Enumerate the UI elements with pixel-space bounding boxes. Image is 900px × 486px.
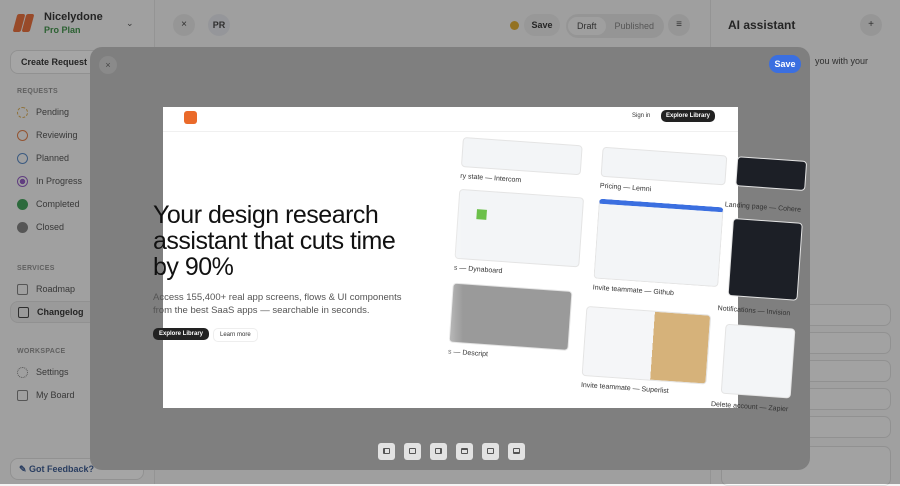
close-modal-button[interactable]: × <box>99 56 117 74</box>
explore-library-button: Explore Library <box>153 328 210 340</box>
image-preview-modal: × Save ry state — Intercom Pricing — Lem… <box>90 47 810 470</box>
caption: ry state — Intercom <box>460 172 522 185</box>
sign-in-link: Sign in <box>630 113 653 119</box>
alignment-toolbar <box>378 443 525 460</box>
site-logo-icon <box>184 111 197 124</box>
learn-more-button: Learn more <box>213 328 258 342</box>
align-center-vertical-icon[interactable] <box>482 443 499 460</box>
align-center-horizontal-icon[interactable] <box>404 443 421 460</box>
caption: Pricing — Lemni <box>599 182 652 194</box>
align-right-icon[interactable] <box>430 443 447 460</box>
caption: Invite teammate — Superlist <box>580 381 669 395</box>
hero-subtitle: Access 155,400+ real app screens, flows … <box>153 292 402 316</box>
explore-library-nav: Explore Library <box>661 110 716 122</box>
hero-headline: Your design research assistant that cuts… <box>153 201 396 281</box>
screenshot-collage: ry state — Intercom Pricing — Lemni Land… <box>444 137 808 429</box>
align-bottom-icon[interactable] <box>508 443 525 460</box>
caption: Invite teammate — Github <box>592 284 675 298</box>
modal-save-button[interactable]: Save <box>769 55 801 73</box>
preview-image: ry state — Intercom Pricing — Lemni Land… <box>153 107 808 413</box>
caption: Landing page — Cohere <box>724 201 802 214</box>
align-top-icon[interactable] <box>456 443 473 460</box>
caption: Delete account — Zapier <box>710 400 789 414</box>
caption: Notifications — Invision <box>717 305 791 318</box>
align-left-icon[interactable] <box>378 443 395 460</box>
divider <box>163 131 738 132</box>
